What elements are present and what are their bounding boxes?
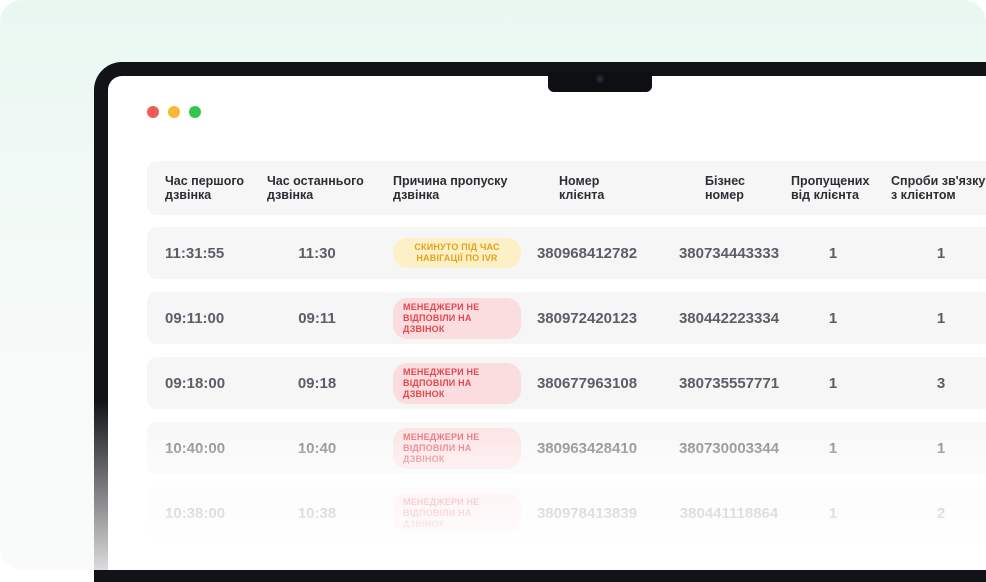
header-business-number: Бізнес номер [705, 174, 745, 202]
minimize-dot-icon[interactable] [168, 106, 180, 118]
business-number: 380442223334 [678, 309, 780, 327]
missed-count: 1 [828, 439, 838, 457]
status-badge: МЕНЕДЖЕРИ НЕ ВІДПОВІЛИ НА ДЗВІНОК [393, 427, 521, 469]
close-dot-icon[interactable] [147, 106, 159, 118]
first-call-time: 10:38:00 [165, 504, 226, 522]
status-badge: СКИНУТО ПІД ЧАС НАВІГАЦІЇ ПО IVR [393, 238, 521, 268]
reason-cell: МЕНЕДЖЕРИ НЕ ВІДПОВІЛИ НА ДЗВІНОК [393, 292, 523, 344]
client-number: 380972420123 [536, 309, 638, 327]
header-client-number: Номер клієнта [559, 174, 605, 202]
bezel-fade-overlay [94, 400, 108, 570]
attempts-count: 1 [936, 439, 946, 457]
client-number: 380677963108 [536, 374, 638, 392]
table-row[interactable]: 09:18:00 09:18 МЕНЕДЖЕРИ НЕ ВІДПОВІЛИ НА… [147, 357, 986, 409]
camera-notch [548, 72, 652, 92]
header-reason: Причина пропуску дзвінка [393, 174, 508, 202]
table-row[interactable]: 10:40:00 10:40 МЕНЕДЖЕРИ НЕ ВІДПОВІЛИ НА… [147, 422, 986, 474]
reason-cell: МЕНЕДЖЕРИ НЕ ВІДПОВІЛИ НА ДЗВІНОК [393, 357, 523, 409]
last-call-time: 11:30 [298, 244, 336, 262]
table-row[interactable]: 10:38:00 10:38 МЕНЕДЖЕРИ НЕ ВІДПОВІЛИ НА… [147, 487, 986, 539]
business-number: 380441118864 [679, 504, 779, 522]
missed-count: 1 [828, 244, 838, 262]
first-call-time: 09:18:00 [165, 374, 226, 392]
client-number: 380978413839 [536, 504, 638, 522]
first-call-time: 10:40:00 [165, 439, 226, 457]
table-header: Час першого дзвінка Час останнього дзвін… [147, 161, 986, 215]
maximize-dot-icon[interactable] [189, 106, 201, 118]
business-number: 380730003344 [678, 439, 780, 457]
business-number: 380734443333 [678, 244, 780, 262]
status-badge: МЕНЕДЖЕРИ НЕ ВІДПОВІЛИ НА ДЗВІНОК [393, 297, 521, 339]
window-controls [147, 106, 201, 118]
last-call-time: 09:11 [298, 309, 336, 327]
status-badge: МЕНЕДЖЕРИ НЕ ВІДПОВІЛИ НА ДЗВІНОК [393, 492, 521, 534]
business-number: 380735557771 [678, 374, 780, 392]
first-call-time: 09:11:00 [165, 309, 225, 327]
header-first-call: Час першого дзвінка [165, 174, 245, 202]
attempts-count: 2 [936, 504, 946, 522]
reason-cell: СКИНУТО ПІД ЧАС НАВІГАЦІЇ ПО IVR [393, 227, 523, 279]
attempts-count: 1 [936, 244, 946, 262]
reason-cell: МЕНЕДЖЕРИ НЕ ВІДПОВІЛИ НА ДЗВІНОК [393, 422, 523, 474]
status-badge: МЕНЕДЖЕРИ НЕ ВІДПОВІЛИ НА ДЗВІНОК [393, 362, 521, 404]
last-call-time: 10:38 [297, 504, 337, 522]
client-number: 380963428410 [536, 439, 638, 457]
missed-count: 1 [828, 309, 838, 327]
client-number: 380968412782 [536, 244, 638, 262]
last-call-time: 09:18 [297, 374, 337, 392]
missed-count: 1 [828, 504, 838, 522]
header-attempts: Спроби зв'язку з клієнтом [891, 174, 986, 202]
laptop-screen: Час першого дзвінка Час останнього дзвін… [108, 76, 986, 570]
header-missed: Пропущених від клієнта [791, 174, 870, 202]
attempts-count: 1 [936, 309, 946, 327]
missed-count: 1 [828, 374, 838, 392]
attempts-count: 3 [936, 374, 946, 392]
table-row[interactable]: 11:31:55 11:30 СКИНУТО ПІД ЧАС НАВІГАЦІЇ… [147, 227, 986, 279]
last-call-time: 10:40 [297, 439, 337, 457]
first-call-time: 11:31:55 [165, 244, 225, 262]
camera-icon [596, 75, 604, 83]
reason-cell: МЕНЕДЖЕРИ НЕ ВІДПОВІЛИ НА ДЗВІНОК [393, 487, 523, 539]
table-row[interactable]: 09:11:00 09:11 МЕНЕДЖЕРИ НЕ ВІДПОВІЛИ НА… [147, 292, 986, 344]
header-last-call: Час останнього дзвінка [267, 174, 364, 202]
